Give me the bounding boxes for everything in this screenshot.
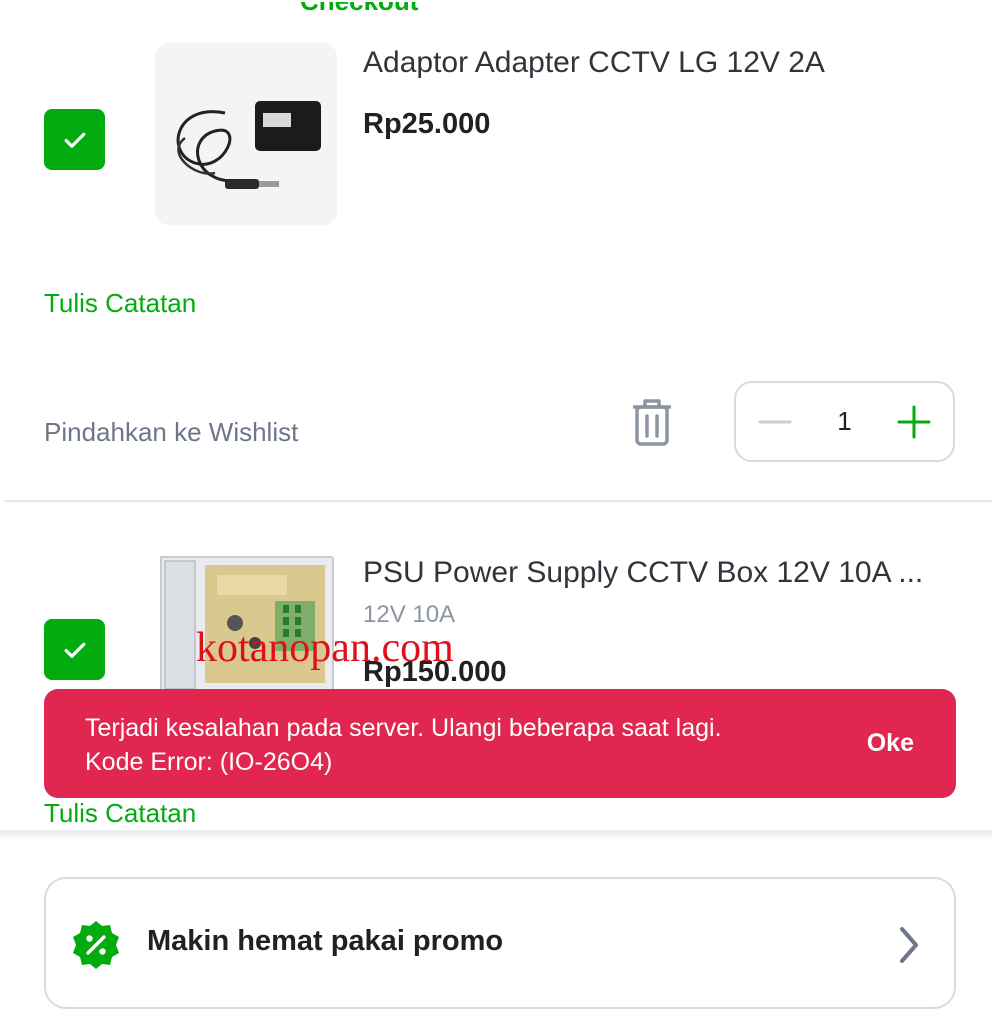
item-1-quantity-stepper: 1 (734, 381, 955, 462)
item-1-write-note-link[interactable]: Tulis Catatan (44, 288, 196, 319)
item-1-product-image[interactable] (155, 43, 337, 225)
promo-discount-icon (73, 921, 119, 969)
item-2-product-image[interactable] (155, 553, 337, 693)
item-2-write-note-link[interactable]: Tulis Catatan (44, 798, 196, 829)
error-toast-message: Terjadi kesalahan pada server. Ulangi be… (85, 711, 825, 779)
plus-icon[interactable] (897, 405, 931, 439)
check-icon (64, 132, 85, 148)
item-1-name[interactable]: Adaptor Adapter CCTV LG 12V 2A (363, 46, 963, 80)
error-toast-line-1: Terjadi kesalahan pada server. Ulangi be… (85, 714, 722, 742)
power-supply-box-image (155, 553, 337, 693)
watermark-text: kotanopan.com (196, 625, 454, 671)
section-header-partial: Checkout (300, 0, 419, 16)
item-1-checkbox[interactable] (44, 109, 105, 170)
item-1-quantity-value[interactable]: 1 (837, 406, 851, 437)
adapter-image (155, 43, 337, 225)
item-divider (4, 500, 992, 502)
minus-icon[interactable] (758, 405, 792, 439)
error-toast-line-2: Kode Error: (IO-26O4) (85, 748, 333, 776)
item-2-name[interactable]: PSU Power Supply CCTV Box 12V 10A ... (363, 556, 953, 590)
promo-button[interactable]: Makin hemat pakai promo (44, 877, 956, 1009)
check-icon (64, 642, 85, 658)
item-1-move-to-wishlist-link[interactable]: Pindahkan ke Wishlist (44, 417, 298, 448)
bottom-panel-shadow (0, 830, 992, 840)
chevron-right-icon (900, 927, 918, 963)
error-toast: Terjadi kesalahan pada server. Ulangi be… (44, 689, 956, 798)
promo-label: Makin hemat pakai promo (147, 925, 504, 957)
trash-icon[interactable] (629, 396, 675, 448)
item-2-checkbox[interactable] (44, 619, 105, 680)
item-1-price: Rp25.000 (363, 108, 491, 140)
error-toast-ok-button[interactable]: Oke (867, 729, 914, 758)
